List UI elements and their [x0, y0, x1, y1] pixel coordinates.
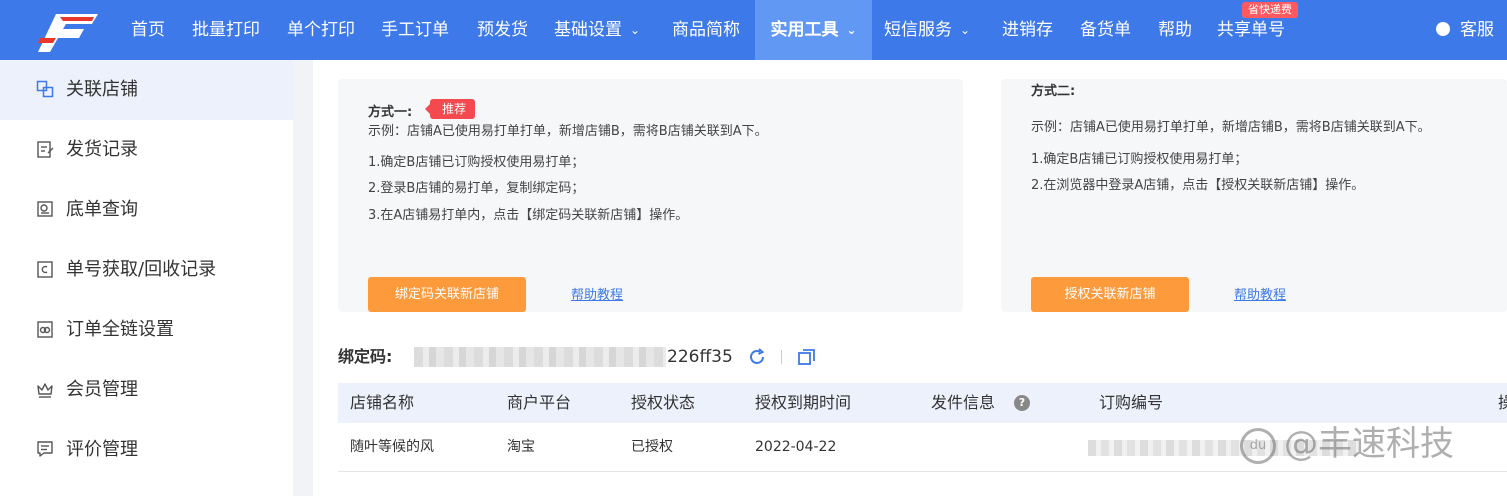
sidebar-item-member[interactable]: 会员管理: [0, 360, 293, 420]
chat-icon: [1436, 22, 1450, 36]
method-two-title: 方式二:: [1031, 84, 1076, 99]
recycle-doc-icon: [37, 261, 53, 278]
chevron-down-icon: ⌄: [846, 23, 857, 37]
sidebar-item-ship-records[interactable]: 发货记录: [0, 120, 293, 180]
column-auth-status: 授权状态: [631, 393, 696, 412]
nav-help[interactable]: 帮助: [1158, 0, 1192, 60]
binding-code-label: 绑定码:: [338, 347, 393, 366]
watermark-text: @丰速科技: [1284, 424, 1454, 464]
method-one-title: 方式一:: [368, 105, 413, 120]
bind-code-link-store-button[interactable]: 绑定码关联新店铺: [368, 277, 526, 312]
nav-basic-settings[interactable]: 基础设置 ⌄: [554, 0, 640, 60]
nav-pre-ship[interactable]: 预发货: [477, 0, 528, 60]
sidebar: 关联店铺 发货记录 底单查询 单号获取/回收记录 订单全链设置 会员管理 评价管…: [0, 60, 293, 496]
column-sender-info: 发件信息: [931, 393, 996, 412]
nav-stock-list[interactable]: 备货单: [1080, 0, 1131, 60]
nav-basic-settings-label: 基础设置: [554, 20, 622, 40]
cell-auth-status: 已授权: [631, 439, 673, 455]
method-one-card: 方式一: 推荐 示例：店铺A已使用易打单打单，新增店铺B，需将B店铺关联到A下。…: [338, 79, 963, 312]
method-two-step: 2.在浏览器中登录A店铺，点击【授权关联新店铺】操作。: [1031, 178, 1365, 193]
link-store-icon: [36, 80, 54, 98]
help-tutorial-link[interactable]: 帮助教程: [571, 284, 623, 303]
nav-home[interactable]: 首页: [131, 0, 165, 60]
chain-settings-icon: [37, 321, 53, 338]
binding-code-redacted: [414, 347, 666, 367]
authorize-link-store-button[interactable]: 授权关联新店铺: [1031, 277, 1189, 312]
sidebar-item-label: 会员管理: [66, 379, 138, 400]
sidebar-item-label: 底单查询: [66, 199, 138, 220]
refresh-icon[interactable]: [747, 347, 767, 367]
copy-icon[interactable]: [797, 347, 817, 367]
watermark-logo-icon: du: [1240, 427, 1276, 464]
question-icon[interactable]: ?: [1014, 395, 1030, 411]
nav-batch-print[interactable]: 批量打印: [192, 0, 260, 60]
cell-expiry-date: 2022-04-22: [755, 439, 837, 455]
sidebar-item-label: 单号获取/回收记录: [66, 259, 217, 280]
sidebar-item-label: 发货记录: [66, 139, 138, 160]
column-order-number: 订购编号: [1099, 393, 1164, 412]
help-tutorial-link[interactable]: 帮助教程: [1234, 284, 1286, 303]
sidebar-item-link-store[interactable]: 关联店铺: [0, 60, 293, 120]
nav-sms-label: 短信服务: [884, 20, 952, 40]
method-two-example: 示例：店铺A已使用易打单打单，新增店铺B，需将B店铺关联到A下。: [1031, 120, 1431, 135]
nav-tools[interactable]: 实用工具 ⌄: [755, 0, 872, 60]
method-one-step: 3.在A店铺易打单内，点击【绑定码关联新店铺】操作。: [368, 208, 689, 223]
column-store-name: 店铺名称: [350, 393, 415, 412]
comment-icon: [37, 441, 53, 457]
top-navbar: 首页 批量打印 单个打印 手工订单 预发货 基础设置 ⌄ 商品简称 实用工具 ⌄ 短…: [0, 0, 1507, 60]
chevron-down-icon: ⌄: [960, 23, 971, 37]
nav-inventory[interactable]: 进销存: [1002, 0, 1053, 60]
method-one-step: 1.确定B店铺已订购授权使用易打单；: [368, 155, 585, 170]
column-actions: 操: [1498, 393, 1507, 412]
sidebar-item-label: 评价管理: [66, 439, 138, 460]
nav-sms-service[interactable]: 短信服务 ⌄: [884, 0, 970, 60]
nav-tools-label: 实用工具: [770, 20, 839, 40]
nav-single-print[interactable]: 单个打印: [287, 0, 355, 60]
sidebar-item-receipt-query[interactable]: 底单查询: [0, 180, 293, 240]
cell-store-name: 随叶等候的风: [350, 439, 434, 455]
customer-service-link[interactable]: 客服: [1436, 0, 1494, 60]
method-two-card: 方式二: 示例：店铺A已使用易打单打单，新增店铺B，需将B店铺关联到A下。 1.…: [1001, 79, 1507, 312]
recommend-badge: 推荐: [424, 99, 476, 119]
clipboard-icon: [37, 141, 54, 158]
search-record-icon: [37, 201, 53, 217]
method-one-example: 示例：店铺A已使用易打单打单，新增店铺B，需将B店铺关联到A下。: [368, 124, 768, 139]
sidebar-item-order-chain[interactable]: 订单全链设置: [0, 300, 293, 360]
method-two-step: 1.确定B店铺已订购授权使用易打单；: [1031, 152, 1248, 167]
sidebar-item-review[interactable]: 评价管理: [0, 420, 293, 480]
table-header: 店铺名称 商户平台 授权状态 授权到期时间 发件信息 ? 订购编号 操: [338, 383, 1507, 423]
column-auth-expiry: 授权到期时间: [755, 393, 852, 412]
crown-icon: [37, 383, 53, 398]
method-one-step: 2.登录B店铺的易打单，复制绑定码；: [368, 181, 585, 196]
nav-manual-order[interactable]: 手工订单: [381, 0, 449, 60]
sidebar-item-label: 订单全链设置: [66, 319, 174, 340]
divider: [781, 350, 782, 364]
customer-service-label: 客服: [1460, 20, 1494, 40]
nav-product-abbr[interactable]: 商品简称: [672, 0, 740, 60]
watermark: du @丰速科技: [1240, 420, 1454, 468]
chevron-down-icon: ⌄: [630, 23, 641, 37]
sidebar-item-label: 关联店铺: [66, 79, 138, 100]
brand-logo-icon[interactable]: [36, 12, 100, 52]
column-platform: 商户平台: [507, 393, 572, 412]
binding-code-value: 226ff35: [667, 347, 733, 367]
sidebar-item-waybill-records[interactable]: 单号获取/回收记录: [0, 240, 293, 300]
cell-platform: 淘宝: [507, 439, 535, 455]
hot-badge: 省快递费: [1242, 2, 1298, 18]
